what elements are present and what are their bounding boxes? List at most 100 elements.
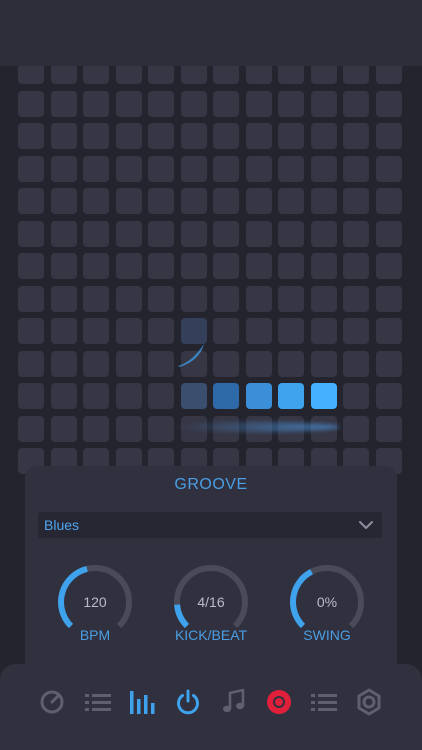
pad-cell[interactable] — [148, 90, 174, 117]
pad-cell[interactable] — [148, 415, 174, 442]
pad-cell[interactable] — [278, 188, 304, 214]
pad-cell[interactable] — [375, 415, 402, 442]
pad-cell[interactable] — [213, 188, 239, 214]
pad-cell[interactable] — [245, 155, 272, 182]
pad-cell[interactable] — [180, 188, 207, 214]
pad-cell[interactable] — [148, 285, 174, 312]
pad-cell[interactable] — [83, 318, 109, 344]
pad-cell[interactable] — [148, 253, 174, 279]
pad-cell[interactable] — [50, 155, 77, 182]
pad-cell[interactable] — [375, 383, 402, 409]
pad-cell[interactable] — [245, 383, 272, 409]
pad-cell[interactable] — [343, 318, 369, 344]
pad-cell[interactable] — [115, 383, 142, 409]
pad-cell[interactable] — [213, 383, 239, 409]
pad-cell[interactable] — [83, 155, 109, 182]
pad-cell[interactable] — [115, 188, 142, 214]
pad-cell[interactable] — [310, 318, 337, 344]
pad-cell[interactable] — [83, 220, 109, 247]
pad-cell[interactable] — [213, 123, 239, 149]
pad-cell[interactable] — [50, 66, 77, 84]
pad-cell[interactable] — [148, 383, 174, 409]
pad-cell[interactable] — [278, 155, 304, 182]
power-icon[interactable] — [172, 686, 204, 718]
pad-cell[interactable] — [245, 318, 272, 344]
pad-cell[interactable] — [343, 155, 369, 182]
pad-cell[interactable] — [50, 350, 77, 377]
pad-cell[interactable] — [180, 155, 207, 182]
pad-cell[interactable] — [83, 383, 109, 409]
pad-cell[interactable] — [115, 350, 142, 377]
pad-cell[interactable] — [83, 285, 109, 312]
pad-cell[interactable] — [278, 66, 304, 84]
pad-cell[interactable] — [83, 253, 109, 279]
pad-cell[interactable] — [310, 285, 337, 312]
pad-cell[interactable] — [343, 350, 369, 377]
pad-cell[interactable] — [375, 350, 402, 377]
list-icon[interactable] — [308, 686, 340, 718]
pad-cell[interactable] — [375, 253, 402, 279]
pad-cell[interactable] — [375, 155, 402, 182]
pad-cell[interactable] — [180, 66, 207, 84]
pad-cell[interactable] — [148, 66, 174, 84]
pad-cell[interactable] — [310, 253, 337, 279]
pad-cell[interactable] — [83, 90, 109, 117]
pad-cell[interactable] — [343, 188, 369, 214]
pad-cell[interactable] — [148, 350, 174, 377]
pad-cell[interactable] — [245, 285, 272, 312]
pad-cell[interactable] — [18, 285, 44, 312]
pad-cell[interactable] — [50, 90, 77, 117]
pad-cell[interactable] — [83, 188, 109, 214]
pad-cell[interactable] — [278, 383, 304, 409]
pad-cell[interactable] — [115, 220, 142, 247]
style-dropdown[interactable]: Blues — [38, 512, 382, 538]
pad-cell[interactable] — [213, 318, 239, 344]
pad-cell[interactable] — [180, 90, 207, 117]
pad-cell[interactable] — [115, 90, 142, 117]
pad-cell[interactable] — [18, 350, 44, 377]
pad-cell[interactable] — [50, 123, 77, 149]
pad-cell[interactable] — [375, 123, 402, 149]
pad-cell[interactable] — [213, 90, 239, 117]
pad-cell[interactable] — [213, 155, 239, 182]
pad-cell[interactable] — [148, 318, 174, 344]
pad-cell[interactable] — [343, 383, 369, 409]
pad-cell[interactable] — [278, 318, 304, 344]
pad-cell[interactable] — [310, 188, 337, 214]
pad-cell[interactable] — [18, 220, 44, 247]
pad-cell[interactable] — [148, 123, 174, 149]
pad-cell[interactable] — [18, 318, 44, 344]
music-note-icon[interactable] — [218, 686, 250, 718]
pad-cell[interactable] — [115, 253, 142, 279]
pad-cell[interactable] — [278, 90, 304, 117]
pad-cell[interactable] — [310, 155, 337, 182]
pad-cell[interactable] — [213, 285, 239, 312]
pad-cell[interactable] — [245, 66, 272, 84]
pad-cell[interactable] — [245, 253, 272, 279]
pad-cell[interactable] — [50, 188, 77, 214]
pad-cell[interactable] — [343, 220, 369, 247]
pad-cell[interactable] — [115, 415, 142, 442]
pad-cell[interactable] — [115, 285, 142, 312]
pad-cell[interactable] — [343, 90, 369, 117]
pad-cell[interactable] — [50, 285, 77, 312]
pad-cell[interactable] — [375, 285, 402, 312]
pad-cell[interactable] — [180, 383, 207, 409]
pad-cell[interactable] — [50, 383, 77, 409]
pad-cell[interactable] — [115, 318, 142, 344]
pad-cell[interactable] — [375, 66, 402, 84]
pad-cell[interactable] — [83, 66, 109, 84]
pad-cell[interactable] — [180, 285, 207, 312]
pad-cell[interactable] — [148, 155, 174, 182]
pad-cell[interactable] — [18, 66, 44, 84]
pad-cell[interactable] — [148, 220, 174, 247]
pad-cell[interactable] — [343, 285, 369, 312]
pad-cell[interactable] — [50, 318, 77, 344]
pad-cell[interactable] — [18, 155, 44, 182]
record-icon[interactable] — [263, 686, 295, 718]
list-icon[interactable] — [82, 686, 114, 718]
pad-cell[interactable] — [310, 123, 337, 149]
pad-cell[interactable] — [213, 220, 239, 247]
pad-cell[interactable] — [343, 66, 369, 84]
pad-cell[interactable] — [278, 350, 304, 377]
